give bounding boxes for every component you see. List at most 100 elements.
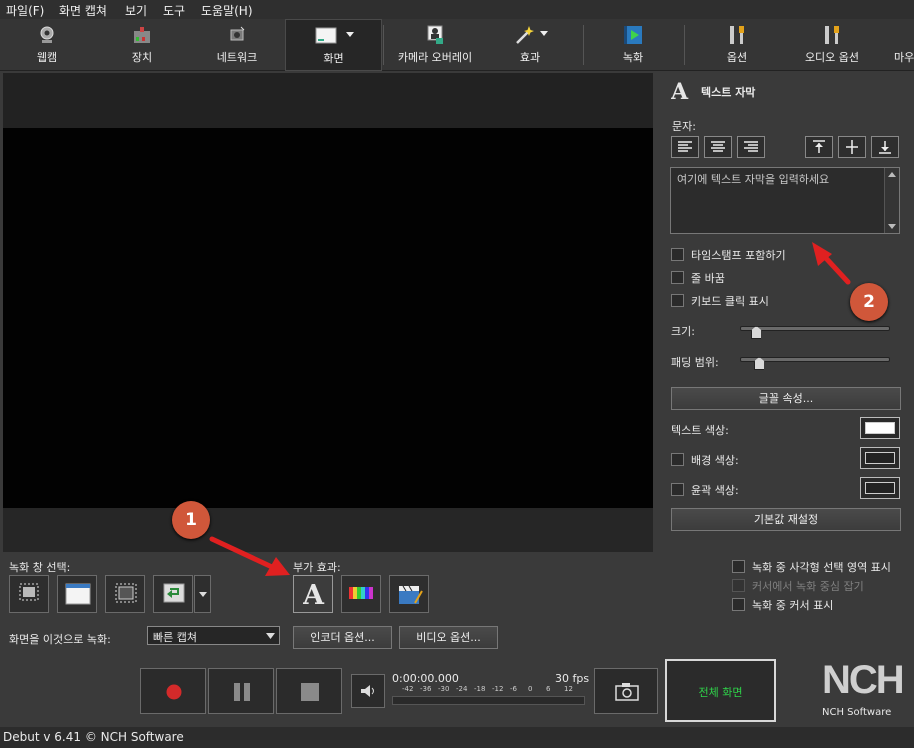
extra-effects-label: 부가 효과: <box>293 561 341 574</box>
font-properties-button[interactable]: 글꼴 속성... <box>671 387 901 410</box>
show-rect-checkbox[interactable] <box>732 560 745 573</box>
toolbar-network[interactable]: 네트워크 <box>200 19 274 69</box>
word-wrap-checkbox[interactable] <box>671 271 684 284</box>
menu-view[interactable]: 보기 <box>125 2 147 19</box>
record-button[interactable] <box>140 668 206 714</box>
audio-options-icon <box>825 26 839 44</box>
valign-middle-button[interactable] <box>838 136 866 158</box>
valign-bottom-button[interactable] <box>871 136 899 158</box>
scroll-down-icon <box>888 224 896 229</box>
stop-button[interactable] <box>276 668 342 714</box>
toolbar-more[interactable]: 마우 <box>886 19 914 69</box>
time-display: 0:00:00.000 <box>392 672 459 685</box>
outline-color-label: 윤곽 색상: <box>691 484 739 497</box>
record-as-label: 화면을 이것으로 녹화: <box>9 633 111 646</box>
callout-2: 2 <box>850 283 888 321</box>
undo-select-icon <box>163 583 185 603</box>
caption-text-area[interactable]: 여기에 텍스트 자막을 입력하세요 <box>670 167 900 234</box>
toolbar-camera-overlay[interactable]: 카메라 오버레이 <box>390 19 480 69</box>
toolbar-device-label: 장치 <box>131 51 153 64</box>
toolbar-record[interactable]: 녹화 <box>596 19 670 69</box>
meter-tick-label: -30 <box>438 685 450 693</box>
color-effect-button[interactable] <box>341 575 381 613</box>
menu-help[interactable]: 도움말(H) <box>201 2 253 19</box>
select-window-button[interactable] <box>57 575 97 613</box>
outline-color-checkbox[interactable] <box>671 483 684 496</box>
caption-scrollbar[interactable] <box>884 168 899 233</box>
volume-button[interactable] <box>351 674 385 708</box>
pause-button[interactable] <box>208 668 274 714</box>
color-bars-icon <box>349 587 373 599</box>
svg-text:A: A <box>303 580 325 608</box>
menu-bar: 파일(F) 화면 캡쳐 보기 도구 도움말(H) <box>0 0 914 19</box>
chevron-down-icon <box>199 592 207 597</box>
size-label: 크기: <box>671 325 695 338</box>
text-color-swatch[interactable] <box>860 417 900 439</box>
screen-icon <box>315 27 337 44</box>
bg-color-label: 배경 색상: <box>691 454 739 467</box>
toolbar-audio-options-label: 오디오 옵션 <box>804 51 860 64</box>
network-icon <box>230 26 245 41</box>
encoder-options-button[interactable]: 인코더 옵션... <box>293 626 392 649</box>
align-right-button[interactable] <box>737 136 765 158</box>
scroll-up-icon <box>888 172 896 177</box>
audio-level-meter <box>392 696 585 705</box>
chevron-down-icon <box>346 32 354 37</box>
padding-label: 패딩 범위: <box>671 356 719 369</box>
meter-tick-label: -6 <box>510 685 517 693</box>
callout-1: 1 <box>172 501 210 539</box>
text-caption-effect-button[interactable]: A <box>293 575 333 613</box>
valign-top-icon <box>813 140 825 153</box>
toolbar-audio-options[interactable]: 오디오 옵션 <box>790 19 874 69</box>
bg-color-checkbox[interactable] <box>671 453 684 466</box>
select-previous-button[interactable] <box>153 575 193 613</box>
toolbar-device[interactable]: 장치 <box>105 19 179 69</box>
align-center-button[interactable] <box>704 136 732 158</box>
nch-logo: NCH NCH Software <box>822 658 905 718</box>
select-region-button[interactable] <box>9 575 49 613</box>
text-caption-icon: A <box>303 580 325 608</box>
meter-tick-label: -18 <box>474 685 486 693</box>
toolbar-options-label: 옵션 <box>726 51 748 64</box>
keyboard-click-checkbox[interactable] <box>671 294 684 307</box>
meter-tick-label: -24 <box>456 685 468 693</box>
video-options-button[interactable]: 비디오 옵션... <box>399 626 498 649</box>
menu-file[interactable]: 파일(F) <box>6 2 44 19</box>
center-cursor-checkbox[interactable] <box>732 579 745 592</box>
toolbar-options[interactable]: 옵션 <box>700 19 774 69</box>
capture-mode-select[interactable]: 빠른 캡쳐 <box>147 626 280 645</box>
select-dropdown-button[interactable] <box>194 575 211 613</box>
toolbar-more-label: 마우 <box>894 51 914 64</box>
status-bar: Debut v 6.41 © NCH Software <box>0 727 914 748</box>
toolbar-webcam[interactable]: 웹캠 <box>10 19 84 69</box>
menu-capture[interactable]: 화면 캡쳐 <box>59 2 107 19</box>
meter-tick-label: -36 <box>420 685 432 693</box>
outline-color-swatch[interactable] <box>860 477 900 499</box>
valign-top-button[interactable] <box>805 136 833 158</box>
snapshot-button[interactable] <box>594 668 658 714</box>
reset-defaults-button[interactable]: 기본값 재설정 <box>671 508 901 531</box>
nch-software-text: NCH Software <box>822 707 892 718</box>
toolbar-effects-label: 효과 <box>519 51 541 64</box>
toolbar-screen[interactable]: 화면 <box>285 19 382 71</box>
chevron-down-icon <box>266 633 275 639</box>
video-effect-button[interactable] <box>389 575 429 613</box>
select-fullscreen-button[interactable] <box>105 575 145 613</box>
align-left-icon <box>678 141 692 152</box>
keyboard-click-label: 키보드 클릭 표시 <box>691 295 769 308</box>
timestamp-checkbox[interactable] <box>671 248 684 261</box>
caption-placeholder: 여기에 텍스트 자막을 입력하세요 <box>677 173 830 186</box>
menu-tools[interactable]: 도구 <box>163 2 185 19</box>
record-select-label: 녹화 창 선택: <box>9 561 71 574</box>
show-cursor-checkbox[interactable] <box>732 598 745 611</box>
align-left-button[interactable] <box>671 136 699 158</box>
fullscreen-button[interactable]: 전체 화면 <box>665 659 776 722</box>
bg-color-swatch[interactable] <box>860 447 900 469</box>
timestamp-label: 타임스탬프 포함하기 <box>691 249 786 262</box>
toolbar-record-label: 녹화 <box>622 51 644 64</box>
toolbar-effects[interactable]: 효과 <box>500 19 560 69</box>
size-slider[interactable] <box>740 326 890 331</box>
text-color-label: 텍스트 색상: <box>671 424 729 437</box>
preview-video <box>3 128 653 508</box>
window-select-icon <box>65 583 91 605</box>
